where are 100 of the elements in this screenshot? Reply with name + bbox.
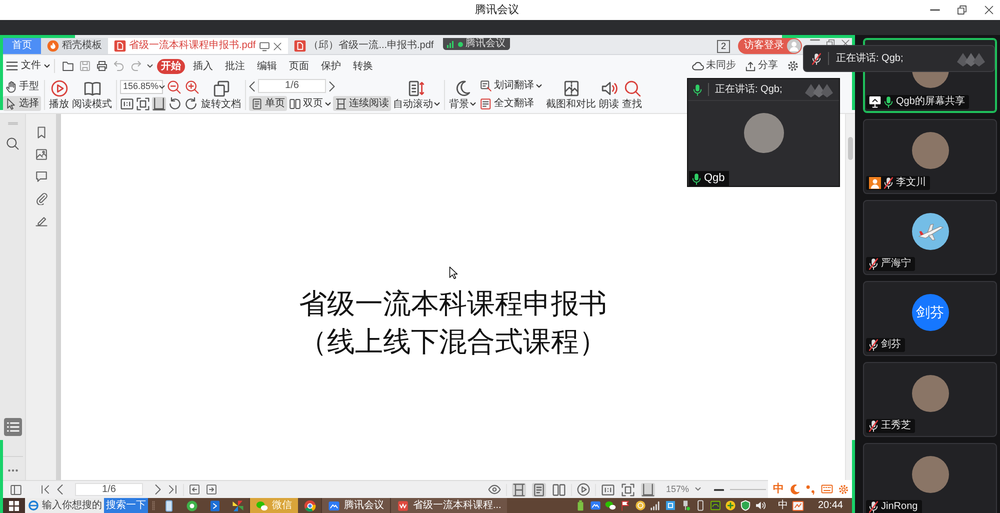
zoom-field[interactable]: 156.85% [120, 80, 163, 94]
chevron-left-icon[interactable] [57, 484, 63, 495]
folder-icon[interactable] [62, 60, 74, 72]
bookmark-icon[interactable] [34, 126, 48, 139]
page-number-field[interactable]: 1/6 [75, 483, 143, 496]
page-number-field[interactable]: 1/6 [258, 79, 326, 93]
plus-icon[interactable] [724, 500, 736, 511]
double-page-button[interactable]: 双页 [287, 96, 333, 111]
shield-icon[interactable] [740, 500, 751, 511]
taskbar-window-button[interactable]: 省级一流本科课程... [390, 498, 508, 513]
enter-right-icon[interactable] [206, 484, 217, 495]
share-button[interactable]: 分享 [745, 60, 778, 72]
ribbon-tab[interactable]: 开始 [157, 58, 185, 74]
rotate-right-icon[interactable] [184, 96, 198, 110]
moon-icon[interactable] [789, 484, 800, 494]
read-mode-button[interactable]: 阅读模式 [71, 80, 113, 110]
hand-tool-button[interactable]: 手型 [3, 79, 41, 94]
double-page-icon[interactable] [552, 482, 566, 496]
ribbon-tab[interactable]: 编辑 [253, 58, 281, 74]
start-button[interactable] [3, 498, 25, 513]
read-aloud-button[interactable]: 朗读 [598, 80, 620, 110]
last-page-icon[interactable] [167, 484, 178, 495]
phone-icon[interactable] [162, 500, 174, 512]
fit-page-icon[interactable] [136, 96, 150, 110]
rotate-left-icon[interactable] [168, 96, 182, 110]
ribbon-tab[interactable]: 页面 [285, 58, 313, 74]
coin-icon[interactable] [634, 500, 646, 511]
window-app-icon[interactable] [664, 500, 676, 511]
document-tab[interactable]: 省级一流本科课程申报书.pdf [108, 38, 288, 54]
continuous-page-icon[interactable] [512, 482, 526, 496]
actual-size-icon[interactable] [600, 482, 615, 496]
battery-icon[interactable] [574, 500, 586, 511]
window-count[interactable]: 2 [716, 40, 730, 52]
eye-icon[interactable] [488, 483, 501, 496]
search-icon[interactable] [6, 137, 19, 150]
globe-icon[interactable] [186, 500, 198, 512]
browser-logo-icon[interactable] [304, 500, 316, 512]
paperclip-icon[interactable] [34, 192, 48, 205]
play-button[interactable]: 播放 [48, 80, 70, 110]
pinwheel-icon[interactable] [232, 500, 244, 512]
caret-icon[interactable] [146, 64, 152, 68]
exit-left-icon[interactable] [189, 484, 200, 495]
single-page-button[interactable]: 单页 [249, 96, 287, 111]
minimize-icon[interactable] [930, 9, 940, 11]
settings-icon[interactable] [787, 60, 799, 72]
pin-app-icon[interactable] [208, 500, 220, 512]
chat-bubbles-icon[interactable] [604, 500, 616, 511]
chevron-right-icon[interactable] [329, 80, 335, 92]
volume-icon[interactable] [754, 500, 766, 511]
more-icon[interactable] [6, 469, 18, 472]
chevron-left-icon[interactable] [249, 80, 255, 92]
fit-page-icon[interactable] [620, 482, 635, 496]
restore-icon[interactable] [957, 5, 967, 15]
document-tab[interactable]: 稻壳模板 [41, 38, 108, 54]
zoom-dropdown[interactable]: 157% [666, 484, 704, 495]
document-tab[interactable]: （邱）省级一流...申报书.pdf [288, 38, 440, 54]
clock[interactable]: 20:44 [818, 500, 843, 512]
search-button[interactable]: 搜索一下 [104, 498, 148, 513]
meeting-app-icon[interactable] [590, 500, 601, 511]
find-button[interactable]: 查找 [621, 80, 643, 110]
image-icon[interactable] [34, 148, 48, 161]
first-page-icon[interactable] [40, 484, 51, 495]
full-translate-button[interactable]: 全文翻译 [478, 96, 544, 112]
close-icon[interactable] [984, 5, 994, 15]
print-icon[interactable] [96, 60, 108, 72]
chevron-right-icon[interactable] [155, 484, 161, 495]
flag-icon[interactable] [620, 500, 631, 511]
meeting-indicator[interactable]: 腾讯会议 [442, 38, 510, 50]
ribbon-tab[interactable]: 保护 [317, 58, 345, 74]
scrollbar-thumb[interactable] [848, 137, 853, 160]
fit-width-icon[interactable] [640, 482, 655, 496]
settings-icon[interactable] [838, 484, 849, 494]
chip-icon[interactable] [710, 500, 721, 511]
fit-width-icon[interactable] [152, 96, 166, 110]
signal-icon[interactable] [650, 500, 661, 511]
phone-icon[interactable] [694, 500, 706, 511]
punctuation-icon[interactable] [805, 484, 816, 494]
auto-scroll-button[interactable]: 自动滚动 [392, 80, 441, 110]
input-mode-indicator[interactable]: 中 [778, 500, 788, 512]
search-field[interactable]: 输入你想搜的 [25, 498, 104, 513]
sidebar-toggle-icon[interactable] [10, 484, 22, 496]
background-button[interactable]: 背景 [448, 80, 477, 110]
play-icon[interactable] [576, 483, 590, 496]
zoom-in-icon[interactable] [185, 80, 199, 94]
single-page-icon[interactable] [532, 482, 546, 496]
ribbon-tab[interactable]: 批注 [221, 58, 249, 74]
monitor-icon[interactable] [258, 40, 270, 52]
continuous-page-button[interactable]: 连续阅读 [333, 96, 391, 111]
word-translate-button[interactable]: 划词翻译 [478, 78, 544, 94]
sync-button[interactable]: 未同步 [692, 60, 736, 72]
comment-icon[interactable] [34, 170, 48, 183]
screenshot-compare-button[interactable]: 截图和对比 [545, 80, 597, 110]
file-menu[interactable]: 文件 [6, 60, 50, 72]
taskbar-window-button[interactable]: 腾讯会议 [321, 498, 390, 513]
select-tool-button[interactable]: 选择 [3, 96, 41, 111]
login-button[interactable]: 访客登录 [738, 38, 802, 54]
rotate-document-button[interactable]: 旋转文档 [200, 80, 242, 110]
ribbon-tab[interactable]: 转换 [349, 58, 377, 74]
actual-size-icon[interactable] [120, 96, 134, 110]
close-icon[interactable] [272, 42, 282, 50]
